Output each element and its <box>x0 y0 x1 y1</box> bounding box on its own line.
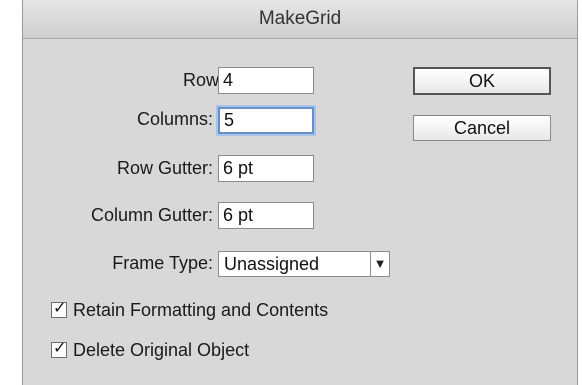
retain-formatting-option[interactable]: Retain Formatting and Contents <box>51 298 329 321</box>
frame-type-value: Unassigned <box>224 254 320 274</box>
delete-original-option[interactable]: Delete Original Object <box>51 338 250 361</box>
triangle-down-icon: ▼ <box>370 252 389 276</box>
makegrid-dialog: MakeGrid Rows: Columns: Row Gutter: Colu… <box>22 0 578 385</box>
rows-label: Rows: <box>182 70 233 90</box>
row-gutter-field[interactable] <box>218 155 314 182</box>
checkmark-icon[interactable] <box>51 298 67 318</box>
columns-label: Columns: <box>136 109 213 129</box>
row-gutter-label: Row Gutter: <box>116 158 213 178</box>
checkmark-icon[interactable] <box>51 338 67 358</box>
columns-field[interactable] <box>218 107 314 134</box>
dialog-title: MakeGrid <box>23 0 577 39</box>
cancel-button[interactable]: Cancel <box>413 115 551 141</box>
column-gutter-label: Column Gutter: <box>90 205 213 225</box>
ok-button[interactable]: OK <box>413 67 551 95</box>
delete-original-label: Delete Original Object <box>73 340 250 360</box>
retain-formatting-label: Retain Formatting and Contents <box>73 300 329 320</box>
frame-type-select[interactable]: Unassigned ▼ <box>218 251 390 277</box>
frame-type-label: Frame Type: <box>112 253 213 273</box>
rows-field[interactable] <box>218 67 314 94</box>
column-gutter-field[interactable] <box>218 202 314 229</box>
